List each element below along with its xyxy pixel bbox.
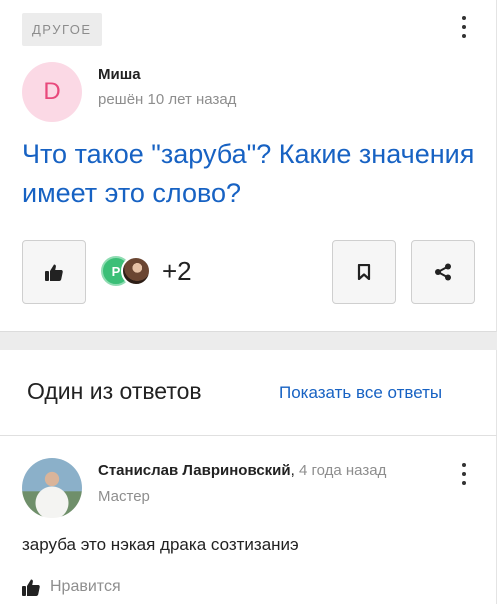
question-title: Что такое "заруба"? Какие значения имеет… xyxy=(22,139,475,208)
answers-section: Один из ответов Показать все ответы Стан… xyxy=(0,350,497,604)
author-name[interactable]: Миша xyxy=(98,66,141,83)
section-separator xyxy=(0,332,497,350)
dot-icon xyxy=(462,34,466,38)
answer-like-button[interactable]: Нравится xyxy=(22,578,121,596)
thumbs-up-icon xyxy=(45,264,63,281)
voter-avatar[interactable] xyxy=(121,256,151,286)
answer-menu-button[interactable] xyxy=(460,463,468,485)
thumbs-up-icon xyxy=(22,579,40,596)
dot-icon xyxy=(462,16,466,20)
answer-author-line: Станислав Лавриновский, 4 года назад xyxy=(98,462,386,479)
category-badge[interactable]: ДРУГОЕ xyxy=(22,13,102,46)
dot-icon xyxy=(462,472,466,476)
share-button[interactable] xyxy=(411,240,475,304)
voters-count[interactable]: +2 xyxy=(162,256,192,286)
author-separator: , xyxy=(290,462,299,479)
like-button[interactable] xyxy=(22,240,86,304)
answer-author-name[interactable]: Станислав Лавриновский xyxy=(98,462,291,479)
divider xyxy=(0,435,497,436)
answers-heading: Один из ответов xyxy=(27,378,202,404)
dot-icon xyxy=(462,463,466,467)
answer-text: заруба это нэкая драка созтизаниэ xyxy=(22,535,299,554)
author-avatar[interactable]: D xyxy=(22,62,82,122)
question-card: ДРУГОЕ D Миша решён 10 лет назад Что так… xyxy=(0,0,497,332)
show-all-answers-link[interactable]: Показать все ответы xyxy=(279,383,442,403)
bookmark-button[interactable] xyxy=(332,240,396,304)
bookmark-icon xyxy=(357,264,371,280)
answer-author-avatar[interactable] xyxy=(22,458,82,518)
share-icon xyxy=(435,263,451,281)
answer-author-rank: Мастер xyxy=(98,488,150,505)
answer-time: 4 года назад xyxy=(298,462,387,479)
question-menu-button[interactable] xyxy=(460,16,468,38)
like-label: Нравится xyxy=(50,578,121,595)
question-status: решён 10 лет назад xyxy=(98,91,237,108)
dot-icon xyxy=(462,25,466,29)
dot-icon xyxy=(462,481,466,485)
